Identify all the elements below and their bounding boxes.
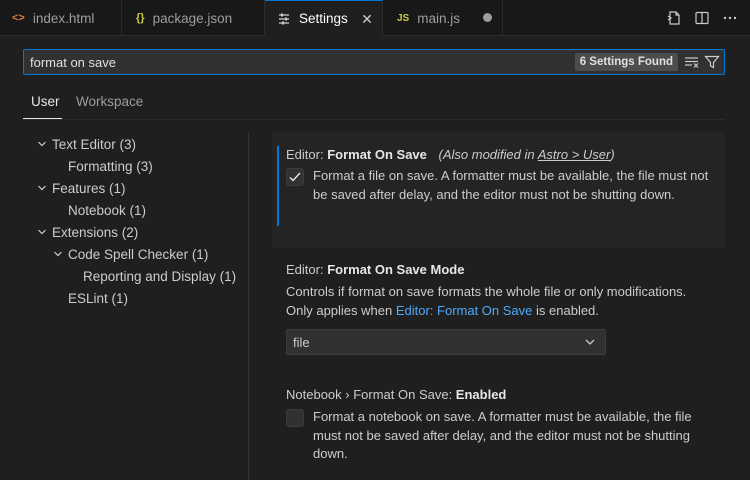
- tab-index-html[interactable]: <> index.html: [0, 0, 122, 36]
- close-icon[interactable]: ✕: [360, 11, 374, 27]
- toc-divider: [248, 132, 249, 480]
- tab-workspace[interactable]: Workspace: [76, 94, 143, 109]
- more-actions-icon[interactable]: [722, 10, 738, 26]
- also-modified-note: (Also modified in Astro > User): [438, 147, 615, 162]
- toc-label: Code Spell Checker (1): [68, 246, 209, 262]
- toc-item-eslint[interactable]: ESLint (1): [68, 288, 128, 308]
- format-on-save-mode-select[interactable]: file: [286, 329, 606, 355]
- toc-item-notebook[interactable]: Notebook (1): [68, 200, 146, 220]
- toc-item-features[interactable]: Features (1): [36, 178, 126, 198]
- settings-search-input[interactable]: [30, 50, 570, 74]
- html-file-icon: <>: [12, 12, 25, 24]
- format-on-save-checkbox[interactable]: [286, 168, 304, 186]
- setting-description: Format a file on save. A formatter must …: [313, 168, 709, 202]
- tab-main-js[interactable]: JS main.js: [383, 0, 503, 36]
- toc-label: Notebook (1): [68, 202, 147, 218]
- toc-item-formatting[interactable]: Formatting (3): [68, 156, 153, 176]
- filter-icon[interactable]: [704, 54, 720, 70]
- unsaved-dot-icon[interactable]: [483, 13, 492, 22]
- open-settings-json-icon[interactable]: [666, 10, 682, 26]
- toc-item-code-spell-checker[interactable]: Code Spell Checker (1): [52, 244, 208, 264]
- chevron-down-icon: [36, 138, 48, 150]
- also-modified-link[interactable]: Astro > User: [538, 147, 611, 162]
- focus-indicator: [277, 146, 279, 226]
- setting-title: Editor: Format On Save Mode: [286, 262, 465, 277]
- tab-package-json[interactable]: {} package.json: [122, 0, 265, 36]
- format-on-save-link[interactable]: Editor: Format On Save: [396, 303, 533, 318]
- toc-item-extensions[interactable]: Extensions (2): [36, 222, 138, 242]
- active-tab-indicator: [23, 118, 62, 119]
- tab-user[interactable]: User: [31, 94, 60, 109]
- clear-search-icon[interactable]: [684, 54, 700, 70]
- editor-tab-bar: <> index.html {} package.json Settings ✕…: [0, 0, 750, 36]
- setting-description: Controls if format on save formats the w…: [286, 284, 687, 318]
- setting-title: Notebook › Format On Save: Enabled: [286, 387, 507, 402]
- chevron-down-icon: [36, 182, 48, 194]
- results-count-badge: 6 Settings Found: [574, 53, 678, 71]
- toc-label: Extensions (2): [52, 224, 139, 240]
- settings-search-box: 6 Settings Found: [23, 49, 725, 75]
- tab-label: main.js: [417, 10, 460, 26]
- toc-label: Reporting and Display (1): [83, 268, 237, 284]
- chevron-down-icon: [52, 248, 64, 260]
- setting-title: Editor: Format On Save (Also modified in…: [286, 147, 615, 162]
- scope-tabs-border: [23, 119, 725, 120]
- tab-label: package.json: [152, 10, 233, 26]
- editor-actions: [666, 0, 738, 36]
- chevron-down-icon: [583, 335, 597, 349]
- toc-label: Formatting (3): [68, 158, 153, 174]
- toc-item-text-editor[interactable]: Text Editor (3): [36, 134, 136, 154]
- split-editor-icon[interactable]: [694, 10, 710, 26]
- tab-label: Settings: [299, 11, 348, 26]
- select-value: file: [293, 334, 310, 350]
- toc-label: Features (1): [52, 180, 126, 196]
- settings-icon: [277, 12, 291, 26]
- tab-settings[interactable]: Settings ✕: [265, 0, 383, 36]
- toc-item-reporting-and-display[interactable]: Reporting and Display (1): [83, 266, 236, 286]
- toc-label: Text Editor (3): [52, 136, 137, 152]
- setting-description: Format a notebook on save. A formatter m…: [313, 409, 692, 461]
- notebook-format-on-save-checkbox[interactable]: [286, 409, 304, 427]
- toc-label: ESLint (1): [68, 290, 129, 306]
- tab-label: index.html: [32, 10, 95, 26]
- js-file-icon: JS: [397, 12, 410, 24]
- checkmark-icon: [289, 172, 301, 182]
- json-file-icon: {}: [136, 12, 145, 24]
- chevron-down-icon: [36, 226, 48, 238]
